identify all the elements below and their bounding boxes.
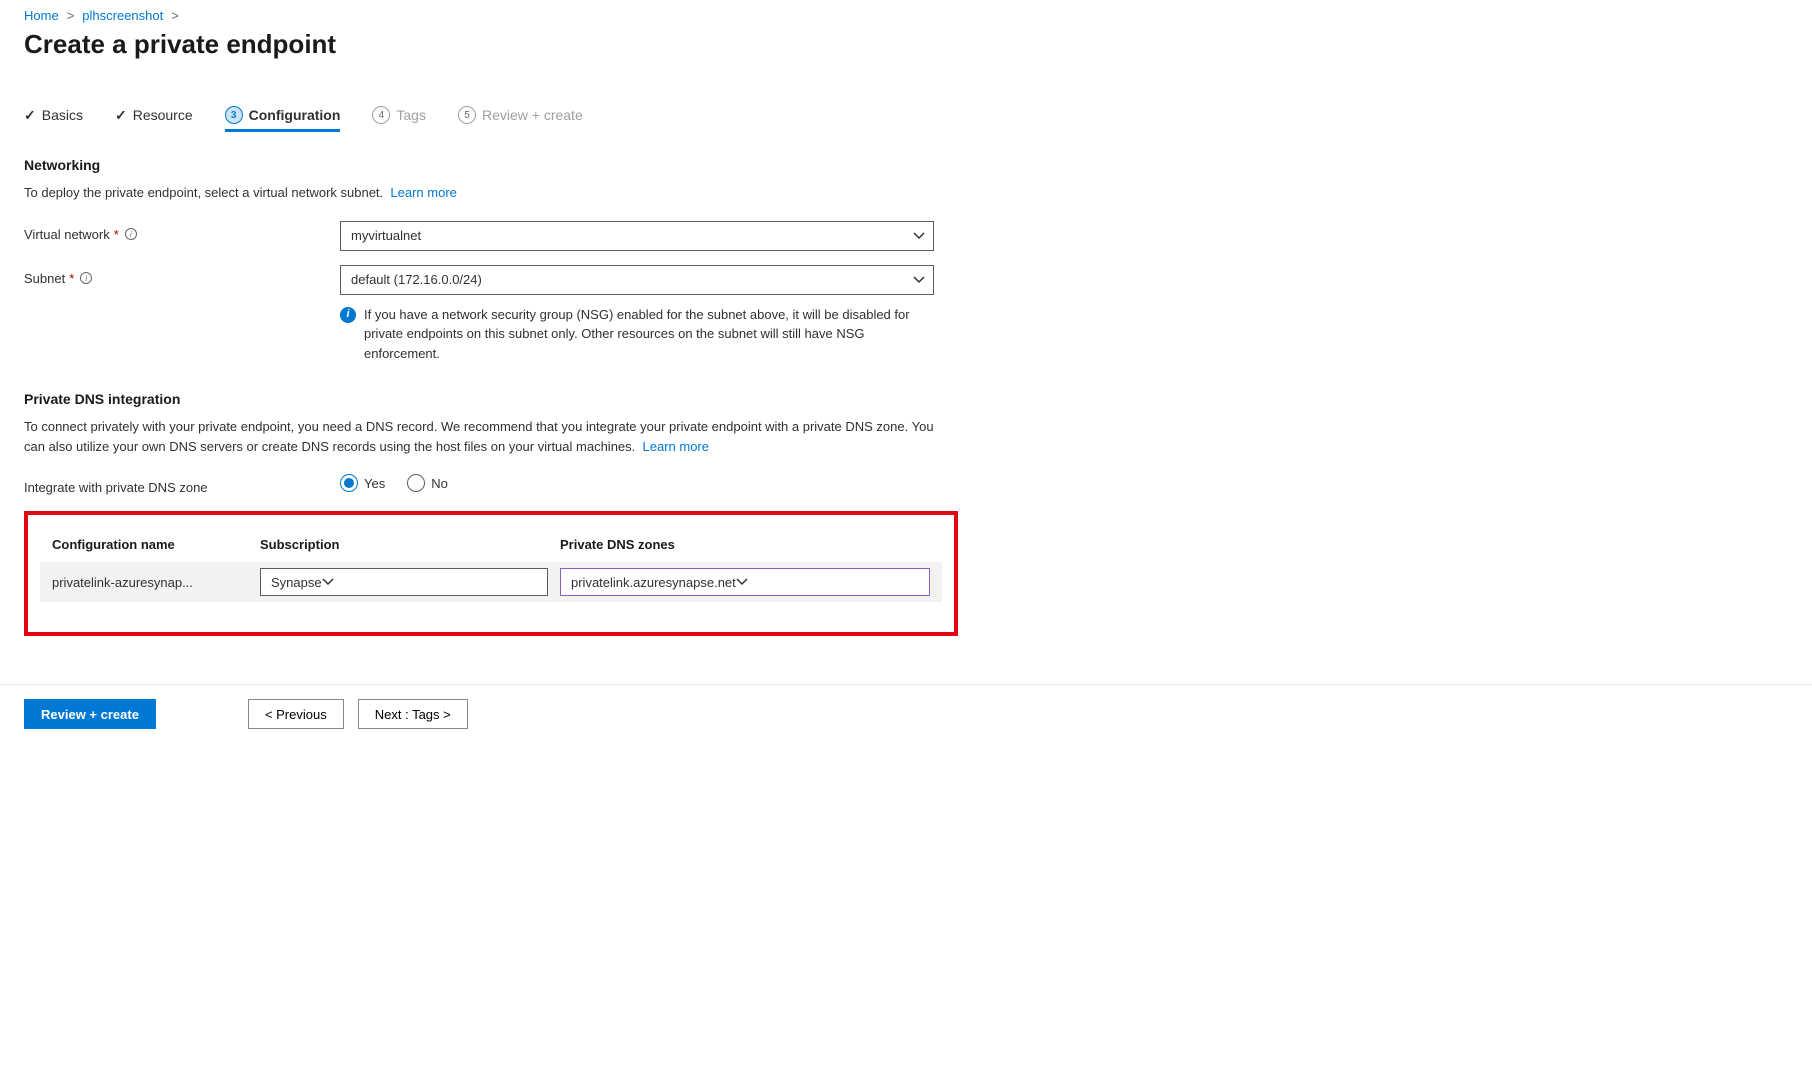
networking-heading: Networking (24, 157, 1788, 173)
check-icon: ✓ (24, 107, 36, 124)
col-configuration-name: Configuration name (52, 537, 260, 552)
tab-resource[interactable]: ✓ Resource (115, 101, 193, 132)
integrate-label: Integrate with private DNS zone (24, 474, 340, 495)
select-value: default (172.16.0.0/24) (351, 272, 482, 287)
previous-button[interactable]: < Previous (248, 699, 344, 729)
step-number-icon: 3 (225, 106, 243, 124)
radio-label: Yes (364, 476, 385, 491)
subnet-label: Subnet * i (24, 265, 340, 286)
radio-label: No (431, 476, 448, 491)
wizard-footer: Review + create < Previous Next : Tags > (0, 684, 1812, 743)
chevron-down-icon (322, 576, 334, 588)
col-subscription: Subscription (260, 537, 560, 552)
required-asterisk: * (114, 227, 119, 242)
page-title: Create a private endpoint (24, 29, 1788, 60)
tab-review[interactable]: 5 Review + create (458, 100, 583, 132)
select-value: privatelink.azuresynapse.net (571, 575, 736, 590)
step-number-icon: 4 (372, 106, 390, 124)
tab-basics[interactable]: ✓ Basics (24, 101, 83, 132)
breadcrumb-resource[interactable]: plhscreenshot (82, 8, 163, 23)
review-create-button[interactable]: Review + create (24, 699, 156, 729)
breadcrumb-home[interactable]: Home (24, 8, 59, 23)
chevron-right-icon: > (171, 8, 179, 23)
vnet-select[interactable]: myvirtualnet (340, 221, 934, 251)
radio-yes[interactable]: Yes (340, 474, 385, 492)
tab-label: Review + create (482, 107, 583, 123)
tab-label: Tags (396, 107, 426, 123)
tab-label: Basics (42, 107, 83, 123)
learn-more-link[interactable]: Learn more (390, 185, 456, 200)
chevron-right-icon: > (67, 8, 75, 23)
tab-label: Resource (133, 107, 193, 123)
tab-tags[interactable]: 4 Tags (372, 100, 426, 132)
subscription-select[interactable]: Synapse (260, 568, 548, 596)
dns-zone-highlight-box: Configuration name Subscription Private … (24, 511, 958, 636)
networking-description: To deploy the private endpoint, select a… (24, 183, 944, 203)
table-header: Configuration name Subscription Private … (40, 537, 942, 562)
chevron-down-icon (736, 576, 748, 588)
integrate-radio-group: Yes No (340, 474, 934, 492)
step-number-icon: 5 (458, 106, 476, 124)
dns-heading: Private DNS integration (24, 391, 1788, 407)
learn-more-link[interactable]: Learn more (643, 439, 709, 454)
col-private-dns-zones: Private DNS zones (560, 537, 930, 552)
next-button[interactable]: Next : Tags > (358, 699, 468, 729)
chevron-down-icon (913, 274, 925, 286)
check-icon: ✓ (115, 107, 127, 124)
breadcrumb: Home > plhscreenshot > (24, 8, 1788, 23)
chevron-down-icon (913, 230, 925, 242)
required-asterisk: * (69, 271, 74, 286)
tab-configuration[interactable]: 3 Configuration (225, 100, 341, 132)
subnet-select[interactable]: default (172.16.0.0/24) (340, 265, 934, 295)
nsg-info-banner: i If you have a network security group (… (340, 305, 934, 364)
configuration-name-cell: privatelink-azuresynap... (52, 575, 260, 590)
tab-label: Configuration (249, 107, 341, 123)
info-icon[interactable]: i (125, 228, 137, 240)
info-icon[interactable]: i (80, 272, 92, 284)
vnet-label: Virtual network * i (24, 221, 340, 242)
table-row: privatelink-azuresynap... Synapse privat… (40, 562, 942, 602)
wizard-tabs: ✓ Basics ✓ Resource 3 Configuration 4 Ta… (24, 100, 1788, 133)
private-dns-zone-select[interactable]: privatelink.azuresynapse.net (560, 568, 930, 596)
dns-description: To connect privately with your private e… (24, 417, 944, 456)
select-value: Synapse (271, 575, 322, 590)
select-value: myvirtualnet (351, 228, 421, 243)
radio-no[interactable]: No (407, 474, 448, 492)
dns-zones-table: Configuration name Subscription Private … (40, 537, 942, 602)
info-icon: i (340, 307, 356, 323)
